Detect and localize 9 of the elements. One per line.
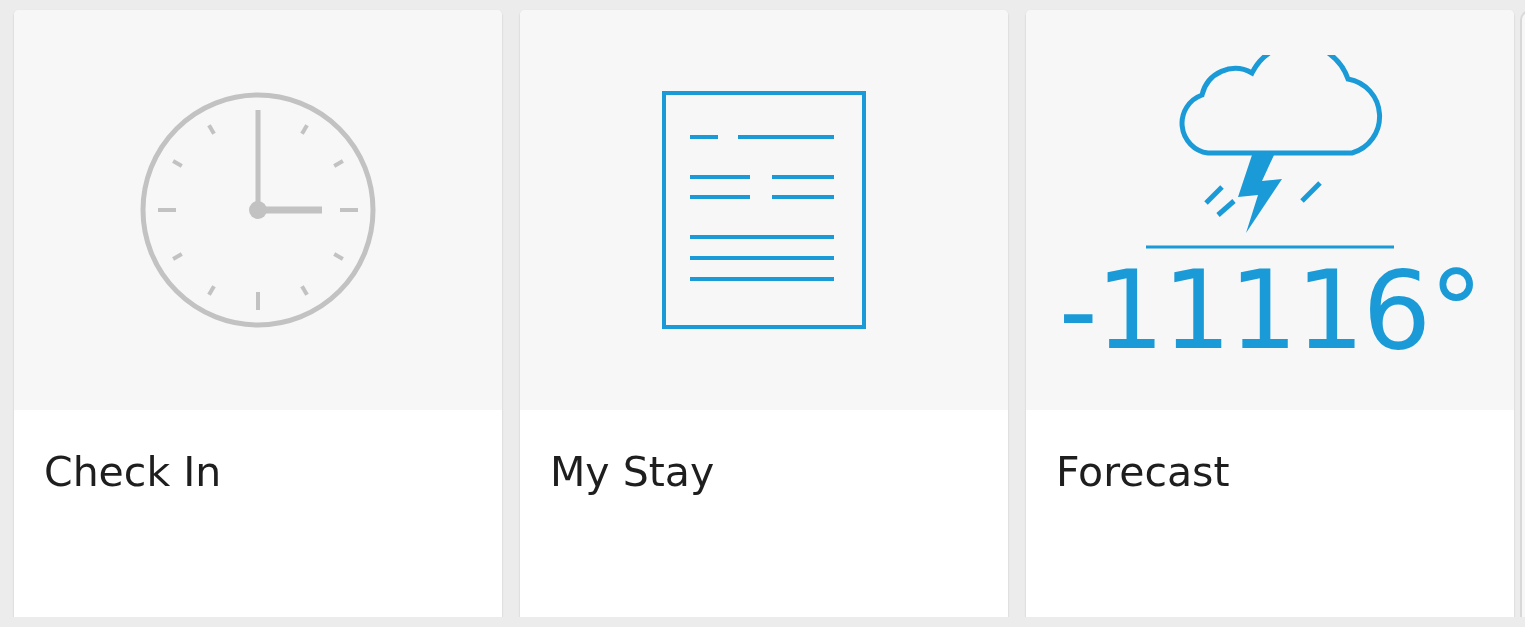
tile-card[interactable]: Check In [14, 10, 502, 617]
tile-title: My Stay [549, 447, 716, 496]
tile-card[interactable]: -11116° Forecast [1026, 10, 1514, 617]
clock-icon [138, 90, 378, 330]
tile-title: Check In [43, 447, 223, 496]
temperature: -11116° [1058, 257, 1482, 365]
document-icon [662, 91, 866, 329]
tile-title: Forecast [1055, 447, 1231, 496]
tile-card[interactable]: My Stay [520, 10, 1008, 617]
